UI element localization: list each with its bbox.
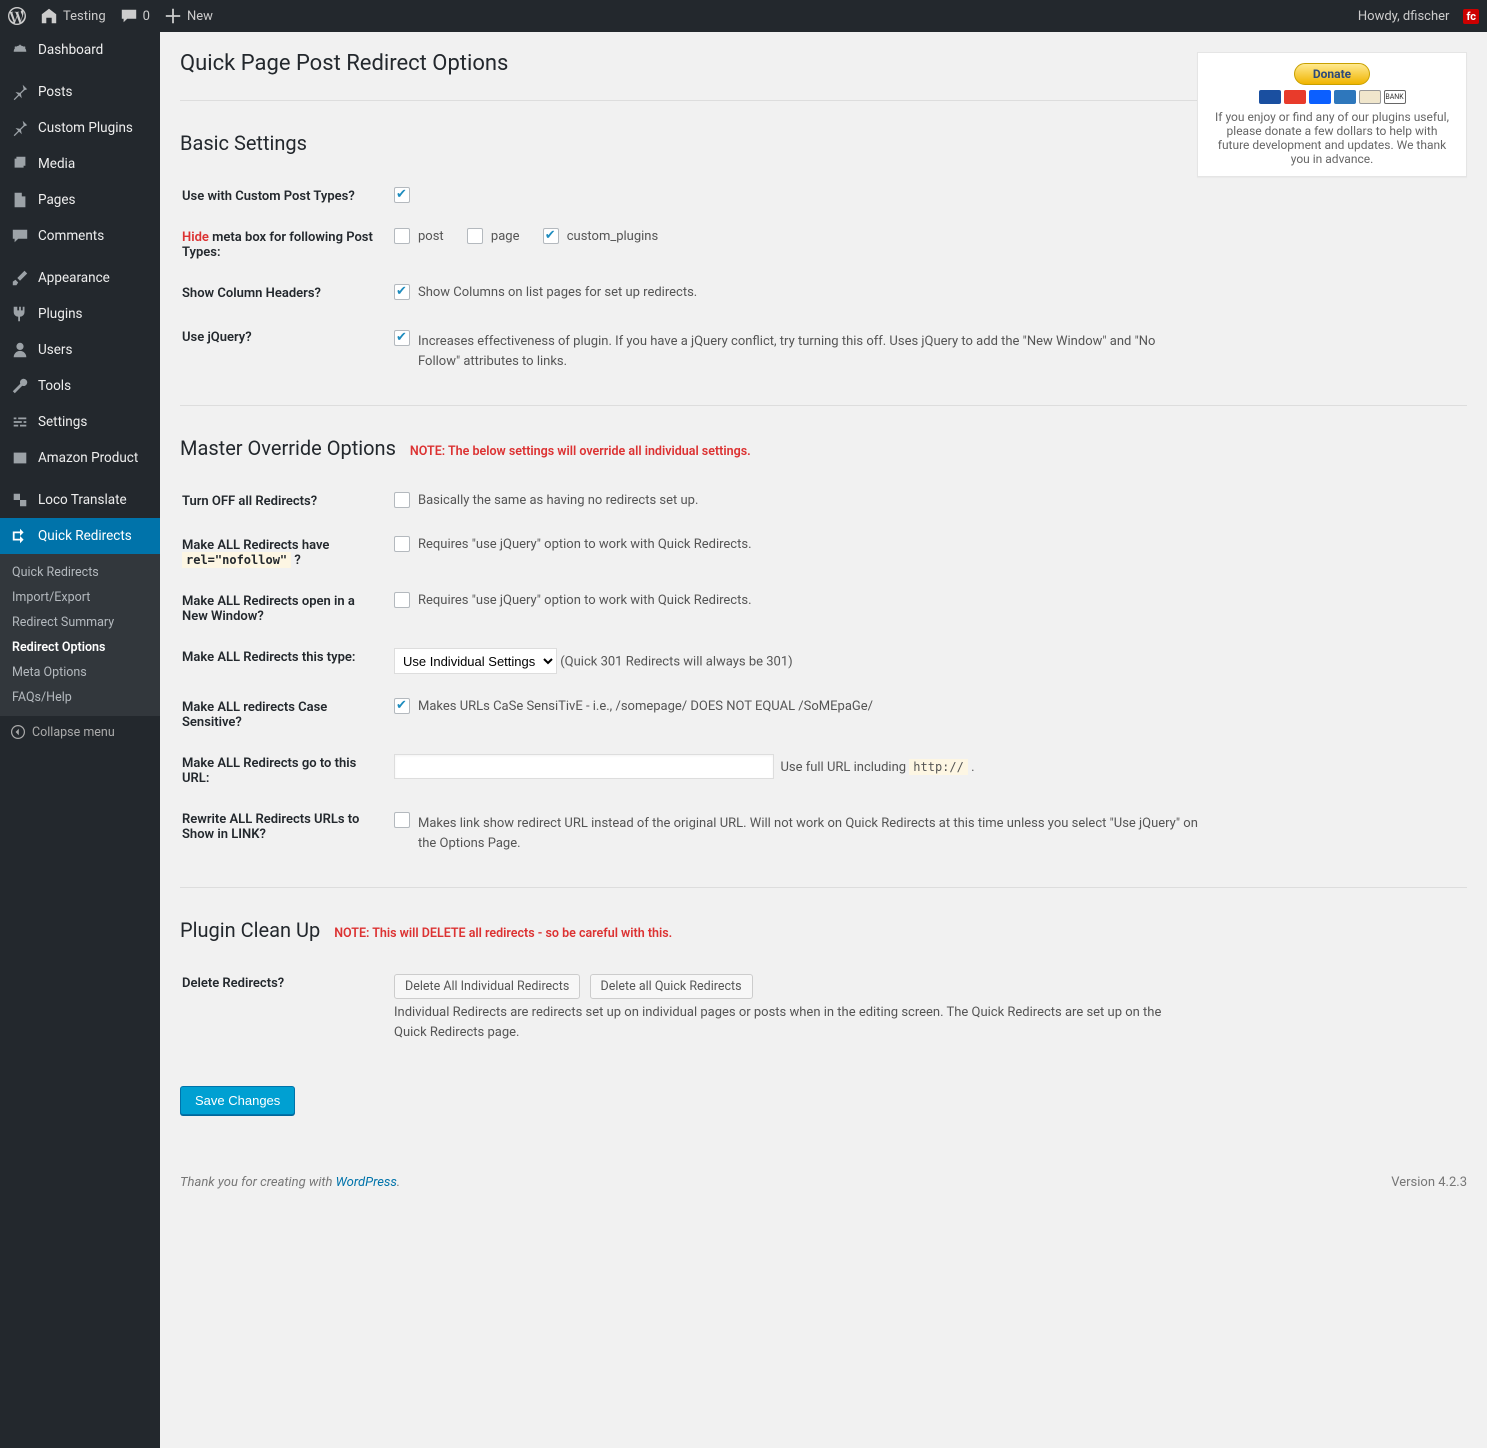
new-link[interactable]: New [164, 7, 213, 25]
master-note: NOTE: The below settings will override a… [410, 444, 751, 459]
show-columns-checkbox[interactable] [394, 284, 410, 300]
dashboard-icon [10, 40, 30, 60]
menu-posts[interactable]: Posts [0, 74, 160, 110]
menu-quick-redirects[interactable]: Quick Redirects [0, 518, 160, 554]
collapse-menu[interactable]: Collapse menu [0, 716, 160, 748]
rewrite-checkbox[interactable] [394, 812, 410, 828]
case-checkbox[interactable] [394, 698, 410, 714]
this-type-label: Make ALL Redirects this type: [182, 638, 392, 686]
donate-box: Donate BANK If you enjoy or find any of … [1197, 52, 1467, 177]
nofollow-desc: Requires "use jQuery" option to work wit… [418, 537, 752, 552]
goto-desc: Use full URL including http:// . [780, 760, 974, 775]
hide-page-label: page [491, 229, 520, 244]
turn-off-desc: Basically the same as having no redirect… [418, 493, 698, 508]
donate-text: If you enjoy or find any of our plugins … [1210, 110, 1454, 166]
delete-desc: Individual Redirects are redirects set u… [394, 1003, 1174, 1042]
sub-redirect-options[interactable]: Redirect Options [0, 635, 160, 660]
menu-appearance[interactable]: Appearance [0, 260, 160, 296]
delete-quick-button[interactable]: Delete all Quick Redirects [590, 974, 753, 999]
cleanup-heading: Plugin Clean Up NOTE: This will DELETE a… [180, 918, 1467, 942]
goto-label: Make ALL Redirects go to this URL: [182, 744, 392, 798]
use-jquery-checkbox[interactable] [394, 330, 410, 346]
menu-users[interactable]: Users [0, 332, 160, 368]
show-columns-label: Show Column Headers? [182, 274, 392, 316]
menu-pages[interactable]: Pages [0, 182, 160, 218]
menu-tools[interactable]: Tools [0, 368, 160, 404]
hide-post-checkbox[interactable] [394, 228, 410, 244]
pin-icon [10, 118, 30, 138]
goto-url-input[interactable] [394, 754, 774, 779]
cleanup-note: NOTE: This will DELETE all redirects - s… [334, 926, 672, 941]
master-override-section: Master Override Options NOTE: The below … [180, 436, 1467, 867]
nofollow-label: Make ALL Redirects have rel="nofollow" ? [182, 526, 392, 580]
delete-individual-button[interactable]: Delete All Individual Redirects [394, 974, 580, 999]
page-icon [10, 190, 30, 210]
redirect-icon [10, 526, 30, 546]
payment-icons: BANK [1210, 90, 1454, 104]
media-icon [10, 154, 30, 174]
menu-dashboard[interactable]: Dashboard [0, 32, 160, 68]
menu-media[interactable]: Media [0, 146, 160, 182]
brush-icon [10, 268, 30, 288]
translate-icon [10, 490, 30, 510]
hide-customplugins-checkbox[interactable] [543, 228, 559, 244]
use-jquery-desc: Increases effectiveness of plugin. If yo… [418, 332, 1198, 371]
sliders-icon [10, 412, 30, 432]
sub-faqs-help[interactable]: FAQs/Help [0, 685, 160, 710]
new-window-checkbox[interactable] [394, 592, 410, 608]
save-changes-button[interactable]: Save Changes [180, 1086, 295, 1115]
new-window-desc: Requires "use jQuery" option to work wit… [418, 593, 752, 608]
plug-icon [10, 304, 30, 324]
pin-icon [10, 82, 30, 102]
site-link[interactable]: Testing [40, 7, 106, 25]
menu-custom-plugins[interactable]: Custom Plugins [0, 110, 160, 146]
case-desc: Makes URLs CaSe SensiTivE - i.e., /somep… [418, 699, 873, 714]
nofollow-checkbox[interactable] [394, 536, 410, 552]
rewrite-label: Rewrite ALL Redirects URLs to Show in LI… [182, 800, 392, 865]
cleanup-section: Plugin Clean Up NOTE: This will DELETE a… [180, 918, 1467, 1056]
menu-plugins[interactable]: Plugins [0, 296, 160, 332]
rewrite-desc: Makes link show redirect URL instead of … [418, 814, 1198, 853]
hide-post-label: post [418, 229, 444, 244]
master-heading: Master Override Options NOTE: The below … [180, 436, 1467, 460]
howdy-user[interactable]: Howdy, dfischer [1358, 9, 1450, 24]
hide-cp-label: custom_plugins [567, 229, 658, 244]
this-type-desc: (Quick 301 Redirects will always be 301) [560, 655, 792, 670]
footer: Thank you for creating with WordPress. V… [180, 1175, 1467, 1190]
box-icon [10, 448, 30, 468]
admin-sidebar: Dashboard Posts Custom Plugins Media Pag… [0, 32, 160, 1448]
sub-meta-options[interactable]: Meta Options [0, 660, 160, 685]
admin-toolbar: Testing 0 New Howdy, dfischer fc [0, 0, 1487, 32]
sub-quick-redirects[interactable]: Quick Redirects [0, 560, 160, 585]
sub-redirect-summary[interactable]: Redirect Summary [0, 610, 160, 635]
use-cpt-checkbox[interactable] [394, 187, 410, 203]
fc-badge[interactable]: fc [1463, 9, 1479, 24]
menu-settings[interactable]: Settings [0, 404, 160, 440]
submenu-quick-redirects: Quick Redirects Import/Export Redirect S… [0, 554, 160, 716]
case-label: Make ALL redirects Case Sensitive? [182, 688, 392, 742]
wrench-icon [10, 376, 30, 396]
show-columns-desc: Show Columns on list pages for set up re… [418, 285, 697, 300]
sub-import-export[interactable]: Import/Export [0, 585, 160, 610]
turn-off-label: Turn OFF all Redirects? [182, 482, 392, 524]
wp-logo[interactable] [8, 7, 26, 25]
use-cpt-label: Use with Custom Post Types? [182, 177, 392, 216]
delete-label: Delete Redirects? [182, 964, 392, 1054]
this-type-select[interactable]: Use Individual Settings [394, 648, 557, 674]
hide-page-checkbox[interactable] [467, 228, 483, 244]
comment-icon [10, 226, 30, 246]
use-jquery-label: Use jQuery? [182, 318, 392, 383]
menu-amazon[interactable]: Amazon Product [0, 440, 160, 476]
hide-meta-label: Hide meta box for following Post Types: [182, 218, 392, 272]
menu-loco[interactable]: Loco Translate [0, 482, 160, 518]
user-icon [10, 340, 30, 360]
donate-button[interactable]: Donate [1294, 63, 1370, 85]
turn-off-checkbox[interactable] [394, 492, 410, 508]
new-window-label: Make ALL Redirects open in a New Window? [182, 582, 392, 636]
comments-link[interactable]: 0 [120, 7, 150, 25]
wordpress-link[interactable]: WordPress [336, 1175, 397, 1190]
version-text: Version 4.2.3 [1391, 1175, 1467, 1190]
main-content: Quick Page Post Redirect Options Donate … [160, 32, 1487, 1448]
menu-comments[interactable]: Comments [0, 218, 160, 254]
